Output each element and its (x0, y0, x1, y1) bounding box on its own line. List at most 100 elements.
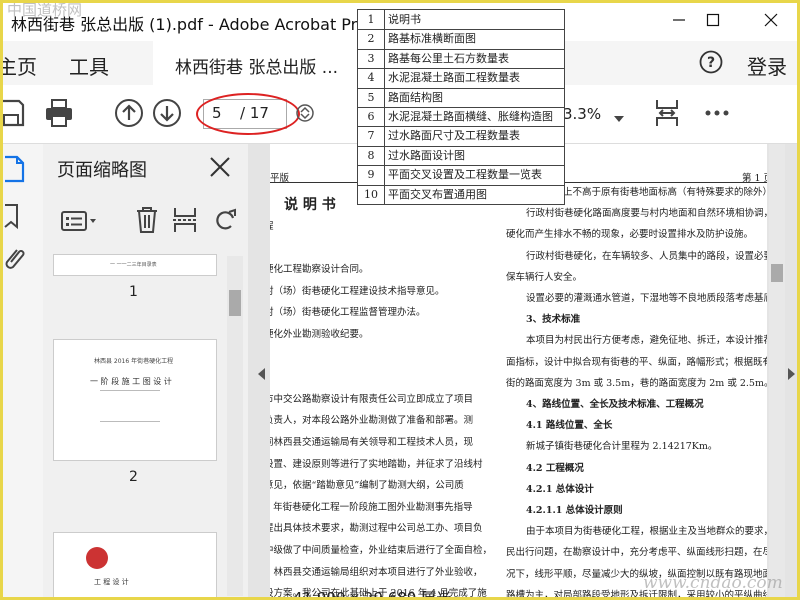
right-text-line: 4.1 路线位置、全长 (526, 420, 613, 432)
rotate-page-button[interactable] (213, 206, 239, 234)
maximize-button[interactable] (693, 7, 733, 37)
left-text-line: 提出具体技术要求，勘测过程中公司总工办、项目负 (270, 523, 483, 535)
save-icon (3, 99, 25, 127)
left-text-line: 硬化外业勘测验收纪要。 (270, 329, 369, 340)
login-link[interactable]: 登录 (747, 51, 787, 80)
right-text-line: 4.2.1 总体设计 (526, 483, 594, 495)
delete-page-button[interactable] (135, 206, 159, 234)
page-split-icon (173, 208, 197, 232)
help-button[interactable]: ? (699, 50, 723, 74)
thumbnail-options-button[interactable] (61, 210, 99, 232)
thumbnail-panel: 页面缩略图 一 一一二三年目录表 1 林西县 2016 年街巷硬化工程 一 阶 … (43, 144, 249, 597)
toc-row-number: 1 (358, 10, 385, 30)
right-text-line: 设置必要的灌溉通水管道，下湿地等不良地质段落考虑基底换填 (526, 293, 767, 304)
toc-row: 2 路基标准横断面图 (358, 29, 564, 50)
left-text-line: 中级做了中间质量检查，外业结束后进行了全面自检， (270, 545, 493, 556)
toc-row-number: 2 (358, 29, 385, 49)
previous-page-button[interactable] (113, 97, 145, 129)
print-icon (46, 99, 72, 127)
help-icon: ? (699, 50, 723, 74)
thumbnail-label-2: 2 (129, 469, 138, 485)
right-text-line: 硬化而产生排水不畅的现象，必要时设置排水及防护设施。 (506, 229, 754, 241)
fit-width-button[interactable] (651, 97, 683, 129)
toc-row: 4 水泥混凝土路面工程数量表 (358, 68, 564, 89)
toc-row-number: 8 (358, 145, 385, 166)
toc-row: 6 水泥混凝土路面横缝、胀缝构造图 (358, 107, 564, 128)
page-size-status: 41.990 x 29.689 厘米 (293, 589, 452, 600)
thumbnail-3-seal (86, 547, 108, 569)
page-thumbnails-tool[interactable] (3, 154, 27, 184)
toc-row-label: 路基每公里土石方数量表 (388, 51, 509, 65)
document-tab-label: 林西街巷 张总出版 ... (175, 58, 339, 78)
arrow-up-circle-icon (115, 99, 143, 127)
right-text-line: 4、路线位置、全长及技术标准、工程概况 (526, 399, 704, 410)
close-window-button[interactable] (751, 7, 791, 37)
zoom-dropdown[interactable] (613, 109, 625, 122)
right-text-line: 由于本项目为街巷硬化工程，根据业主及当地群众的要求，主要 (526, 526, 767, 538)
menu-home[interactable]: 主页 (3, 51, 37, 80)
more-icon (705, 110, 729, 116)
thumbnail-scroll-thumb[interactable] (229, 290, 241, 316)
thumbnail-page-2[interactable]: 林西县 2016 年街巷硬化工程 一 阶 段 施 工 图 设 计 (53, 339, 217, 461)
thumbnail-page-3[interactable]: 工 程 设 计 (53, 532, 217, 597)
attachments-tool[interactable] (3, 244, 27, 274)
thumbnail-1-text: 一 一一二三年目录表 (110, 262, 157, 268)
toc-row: 7 过水路面尺寸及工程数量表 (358, 126, 564, 147)
right-text-line: 街的路面宽度为 3m 或 3.5m，巷的路面宽度为 2m 或 2.5m。 (506, 377, 767, 389)
right-text-line: 4.2.1.1 总体设计原则 (526, 505, 623, 516)
pdf-page: 平版 第 1 页 说 明 书 程硬化工程勘察设计合同。村（场）街巷硬化工程建设技… (270, 144, 767, 597)
toc-row-label: 过水路面尺寸及工程数量表 (388, 129, 520, 143)
document-view: 平版 第 1 页 说 明 书 程硬化工程勘察设计合同。村（场）街巷硬化工程建设技… (248, 144, 797, 597)
left-sidebar (3, 144, 43, 597)
close-panel-button[interactable] (209, 156, 231, 178)
menu-tools[interactable]: 工具 (69, 51, 109, 80)
print-button[interactable] (43, 97, 75, 129)
next-page-button[interactable] (151, 97, 183, 129)
toc-row-label: 水泥混凝土路面工程数量表 (388, 71, 520, 85)
zoom-value[interactable]: 3.3% (563, 105, 601, 123)
trash-icon (137, 207, 157, 233)
thumbnail-2-signatures (100, 390, 160, 422)
left-text-line: 程 (270, 218, 274, 232)
right-text-line: 新城子镇街巷硬化合计里程为 2.14217Km。 (526, 441, 718, 453)
thumbnail-scrollbar[interactable] (227, 256, 243, 596)
right-text-line: 行政村街巷硬化，在车辆较多、人员集中的路段，设置必要的安 (526, 250, 767, 262)
minimize-icon (673, 19, 685, 21)
thumbnail-3-text: 工 程 设 计 (94, 578, 129, 586)
left-text-line: 同林西县交通运输局有关领导和工程技术人员，现 (270, 437, 474, 448)
left-text-line: 6 年街巷硬化工程一阶段施工图外业勘测事先指导 (270, 501, 473, 513)
right-text-line: 3、技术标准 (526, 314, 581, 326)
toc-row: 1 说明书 (358, 10, 564, 31)
page-spinner[interactable] (295, 103, 315, 123)
toc-row-number: 3 (358, 48, 385, 69)
collapse-left-arrow[interactable] (258, 368, 265, 380)
left-text-line: 意见，依据“踏勘意见”编制了勘测大纲，公司质 (270, 480, 464, 492)
extract-page-button[interactable] (171, 206, 199, 234)
expand-right-arrow[interactable] (788, 368, 795, 380)
document-scrollbar[interactable] (769, 144, 785, 597)
left-text-line: 村（场）街巷硬化工程监督管理办法。 (270, 307, 426, 319)
thumbnail-2-line-1: 林西县 2016 年街巷硬化工程 (94, 358, 174, 365)
toc-row-label: 平面交叉布置通用图 (388, 187, 487, 201)
document-heading: 说 明 书 (284, 197, 336, 213)
right-text-line: 保车辆行人安全。 (506, 271, 583, 283)
thumbnail-label-1: 1 (129, 284, 138, 300)
document-tab[interactable]: 林西街巷 张总出版 ... (153, 41, 363, 85)
toc-row: 3 路基每公里土石方数量表 (358, 48, 564, 70)
toc-row: 5 路面结构图 (358, 87, 564, 108)
thumbnail-page-1[interactable]: 一 一一二三年目录表 (53, 254, 217, 276)
toc-row-label: 路面结构图 (388, 90, 443, 104)
right-text-line: 4.2 工程概况 (526, 462, 584, 474)
save-button[interactable] (3, 97, 27, 129)
watermark-top: 中国道桥网 (7, 1, 83, 19)
toc-row-number: 6 (358, 107, 385, 127)
panel-title: 页面缩略图 (57, 160, 147, 181)
chevron-down-icon (614, 116, 624, 122)
bookmarks-tool[interactable] (3, 202, 27, 232)
more-tools-button[interactable] (701, 97, 733, 129)
document-scroll-thumb[interactable] (771, 264, 783, 282)
toc-row-number: 9 (358, 165, 385, 185)
toc-row: 8 过水路面设计图 (358, 145, 564, 167)
list-options-icon (61, 211, 96, 231)
toc-row-label: 路基标准横断面图 (388, 32, 476, 46)
